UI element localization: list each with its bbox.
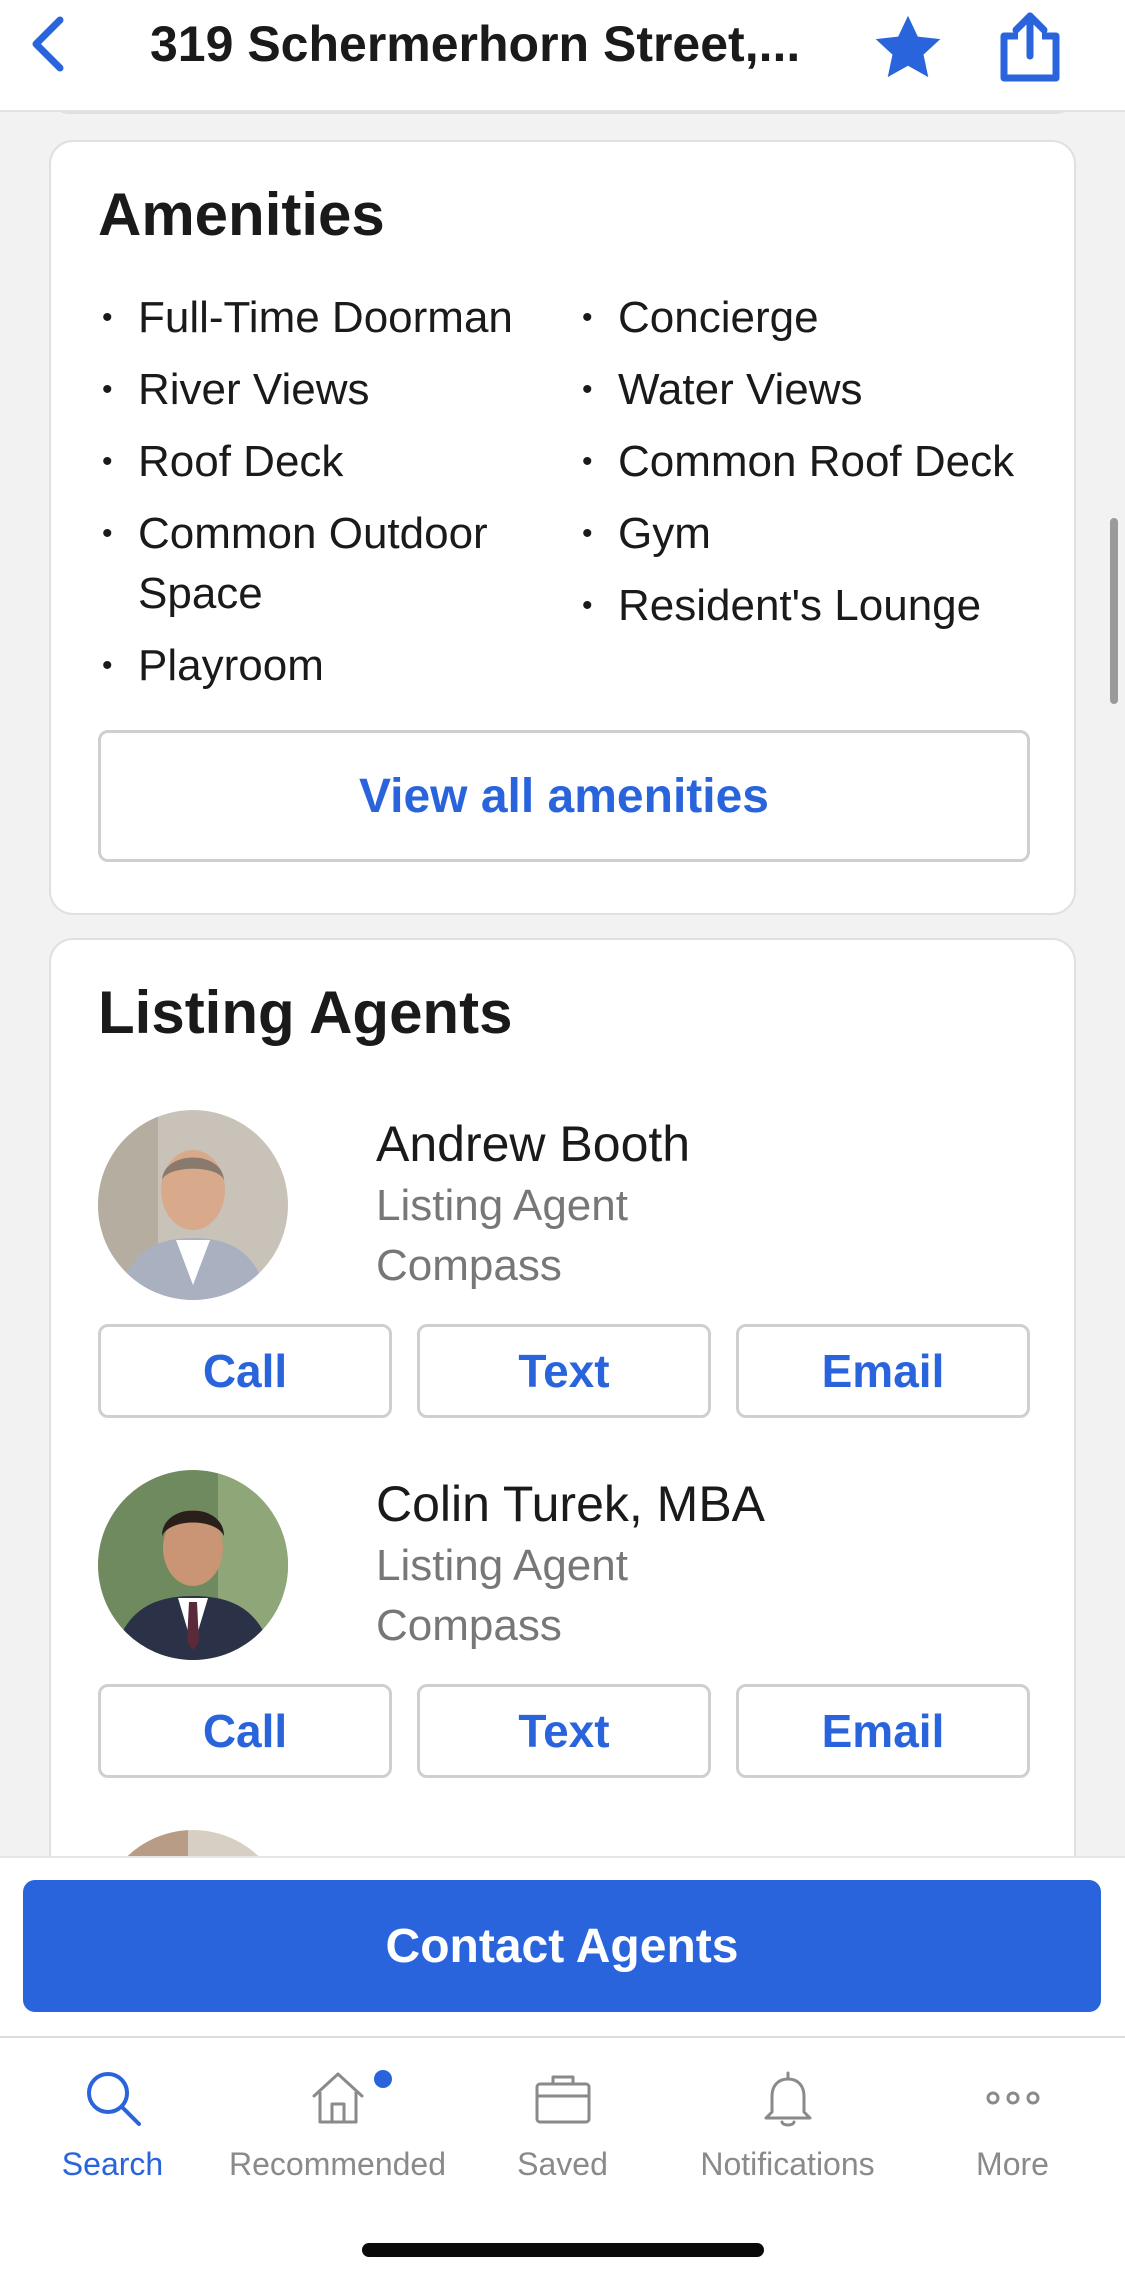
agent-avatar[interactable] <box>98 1470 288 1660</box>
search-icon <box>86 2072 141 2126</box>
bell-icon <box>764 2071 811 2127</box>
tab-label: Search <box>61 2146 164 2182</box>
tab-notifications[interactable]: Notifications <box>675 2040 900 2200</box>
tab-recommended[interactable]: Recommended <box>225 2040 450 2200</box>
home-icon <box>312 2072 363 2124</box>
agent-company: Compass <box>376 1601 562 1650</box>
amenity-item: Full-Time Doorman <box>98 288 568 348</box>
agent-name: Colin Turek, MBA <box>376 1476 766 1532</box>
amenity-item: Roof Deck <box>98 432 568 492</box>
amenity-item: Water Views <box>578 360 1058 420</box>
amenity-item: Playroom <box>98 636 568 696</box>
favorite-button[interactable] <box>870 10 946 86</box>
call-button[interactable]: Call <box>98 1684 392 1778</box>
chevron-left-icon <box>32 16 64 72</box>
tab-label: Saved <box>517 2146 608 2182</box>
text-button[interactable]: Text <box>417 1684 711 1778</box>
amenity-item: Common Outdoor Space <box>98 504 568 624</box>
person-photo-icon <box>98 1470 288 1660</box>
more-icon <box>986 2091 1039 2105</box>
call-button[interactable]: Call <box>98 1324 392 1418</box>
agent-role: Listing Agent <box>376 1181 628 1230</box>
home-indicator <box>362 2243 764 2257</box>
tab-saved[interactable]: Saved <box>450 2040 675 2200</box>
agent-company: Compass <box>376 1241 562 1290</box>
amenity-item: River Views <box>98 360 568 420</box>
contact-agents-button[interactable]: Contact Agents <box>23 1880 1101 2012</box>
back-button[interactable] <box>18 14 78 74</box>
star-icon <box>875 15 941 78</box>
share-icon <box>1000 12 1060 82</box>
agent-name: Andrew Booth <box>376 1116 691 1172</box>
agent-avatar[interactable] <box>98 1110 288 1300</box>
folder-icon <box>535 2075 590 2124</box>
nav-header: 319 Schermerhorn Street,... <box>0 0 1125 112</box>
scroll-indicator[interactable] <box>1110 518 1118 704</box>
listing-agents-card: Listing Agents Andrew Booth Listing Agen… <box>49 938 1076 2020</box>
amenities-title: Amenities <box>98 181 385 248</box>
page-title: 319 Schermerhorn Street,... <box>150 16 801 72</box>
tab-more[interactable]: More <box>900 2040 1125 2200</box>
tab-label: More <box>976 2146 1049 2182</box>
amenity-item: Common Roof Deck <box>578 432 1058 492</box>
email-button[interactable]: Email <box>736 1324 1030 1418</box>
amenity-item: Resident's Lounge <box>578 576 1058 636</box>
tab-label: Notifications <box>700 2146 875 2182</box>
view-all-amenities-button[interactable]: View all amenities <box>98 730 1030 862</box>
notification-dot <box>374 2070 392 2088</box>
share-button[interactable] <box>998 10 1062 82</box>
amenities-list-left: Full-Time Doorman River Views Roof Deck … <box>98 288 568 708</box>
email-button[interactable]: Email <box>736 1684 1030 1778</box>
tab-search[interactable]: Search <box>0 2040 225 2200</box>
amenity-item: Gym <box>578 504 1058 564</box>
agent-role: Listing Agent <box>376 1541 628 1590</box>
amenities-card: Amenities Full-Time Doorman River Views … <box>49 140 1076 915</box>
amenity-item: Concierge <box>578 288 1058 348</box>
text-button[interactable]: Text <box>417 1324 711 1418</box>
listing-agents-title: Listing Agents <box>98 979 513 1046</box>
amenities-list-right: Concierge Water Views Common Roof Deck G… <box>578 288 1058 648</box>
person-photo-icon <box>98 1110 288 1300</box>
tab-label: Recommended <box>229 2146 446 2182</box>
